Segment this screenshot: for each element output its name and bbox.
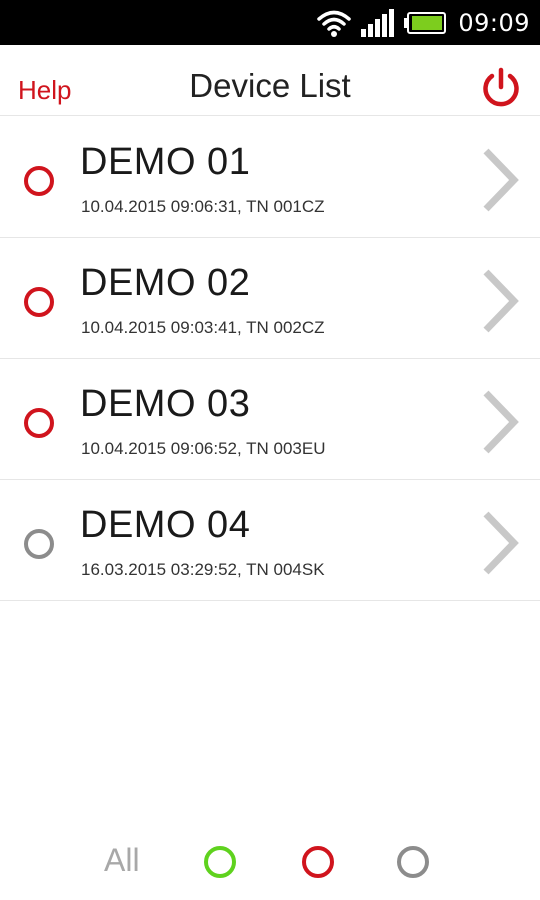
power-icon[interactable] <box>480 67 522 109</box>
chevron-right-icon[interactable] <box>480 389 520 455</box>
filter-grey-button[interactable] <box>397 846 429 878</box>
device-row[interactable]: DEMO 03 10.04.2015 09:06:52, TN 003EU <box>0 359 540 480</box>
status-indicator <box>24 287 54 317</box>
status-indicator <box>24 529 54 559</box>
status-time: 09:09 <box>458 8 530 37</box>
device-meta: 16.03.2015 03:29:52, TN 004SK <box>81 560 325 579</box>
signal-icon <box>361 8 395 37</box>
filter-red-button[interactable] <box>302 846 334 878</box>
status-indicator <box>24 408 54 438</box>
device-row[interactable]: DEMO 02 10.04.2015 09:03:41, TN 002CZ <box>0 238 540 359</box>
device-name: DEMO 01 <box>80 141 251 183</box>
page-title: Device List <box>189 67 351 104</box>
filter-all-button[interactable]: All <box>104 842 140 879</box>
status-icons: 09:09 <box>316 0 530 45</box>
device-row[interactable]: DEMO 04 16.03.2015 03:29:52, TN 004SK <box>0 480 540 601</box>
device-name: DEMO 02 <box>80 262 251 304</box>
wifi-icon <box>317 10 352 37</box>
battery-icon <box>404 11 447 34</box>
chevron-right-icon[interactable] <box>480 147 520 213</box>
status-indicator <box>24 166 54 196</box>
device-meta: 10.04.2015 09:06:31, TN 001CZ <box>81 197 325 216</box>
device-list: DEMO 01 10.04.2015 09:06:31, TN 001CZ DE… <box>0 117 540 601</box>
device-name: DEMO 04 <box>80 504 251 546</box>
app-header: Help Device List <box>0 45 540 116</box>
device-meta: 10.04.2015 09:03:41, TN 002CZ <box>81 318 325 337</box>
device-name: DEMO 03 <box>80 383 251 425</box>
device-row[interactable]: DEMO 01 10.04.2015 09:06:31, TN 001CZ <box>0 117 540 238</box>
chevron-right-icon[interactable] <box>480 268 520 334</box>
status-bar: 09:09 <box>0 0 540 45</box>
filter-bar: All <box>0 830 540 890</box>
filter-green-button[interactable] <box>204 846 236 878</box>
device-meta: 10.04.2015 09:06:52, TN 003EU <box>81 439 326 458</box>
chevron-right-icon[interactable] <box>480 510 520 576</box>
